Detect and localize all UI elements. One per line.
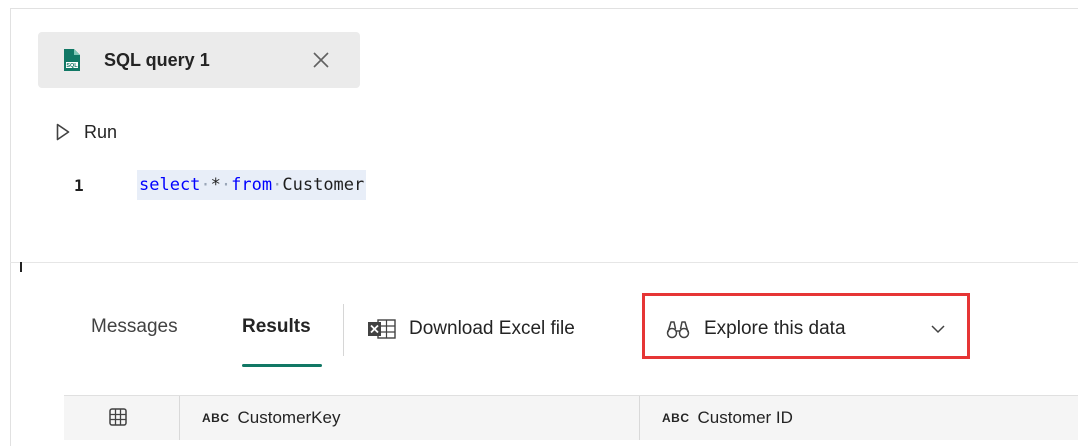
grid-corner-cell[interactable] <box>64 396 180 440</box>
excel-icon <box>368 319 396 339</box>
run-label: Run <box>84 121 118 142</box>
table-icon <box>109 408 127 426</box>
play-icon <box>56 123 70 141</box>
column-name: Customer ID <box>697 408 793 427</box>
svg-text:SQL: SQL <box>66 63 78 69</box>
tab-sql-query[interactable]: SQL SQL query 1 <box>38 32 360 88</box>
pane-divider-handle <box>20 262 22 272</box>
tab-messages[interactable]: Messages <box>91 316 178 338</box>
code-keyword-select: select <box>139 175 201 195</box>
code-asterisk: * <box>210 175 221 195</box>
code-table-name: Customer <box>282 175 365 195</box>
run-button[interactable]: Run <box>56 120 117 144</box>
column-header-customer-id[interactable]: ABC Customer ID <box>640 396 1078 440</box>
window-frame-top <box>10 8 1078 9</box>
code-line[interactable]: select·*·from·Customer <box>137 170 367 200</box>
tab-results[interactable]: Results <box>242 316 311 338</box>
explore-data-button[interactable]: Explore this data <box>666 314 846 344</box>
selected-tab-indicator <box>242 364 322 367</box>
tab-title: SQL query 1 <box>104 50 210 70</box>
column-type-badge: ABC <box>202 411 230 425</box>
toolbar-separator <box>343 304 344 356</box>
chevron-down-icon[interactable] <box>930 324 946 334</box>
download-excel-button[interactable]: Download Excel file <box>367 314 575 344</box>
results-grid-header: ABC CustomerKey ABC Customer ID <box>64 395 1078 440</box>
column-name: CustomerKey <box>237 408 341 427</box>
close-icon[interactable] <box>310 49 332 71</box>
line-number: 1 <box>74 176 84 195</box>
sql-file-icon: SQL <box>64 49 80 71</box>
binoculars-icon <box>666 321 690 339</box>
download-excel-label: Download Excel file <box>409 318 575 339</box>
column-type-badge: ABC <box>662 411 690 425</box>
pane-divider[interactable] <box>10 262 1078 263</box>
explore-data-label: Explore this data <box>704 318 846 339</box>
column-header-customerkey[interactable]: ABC CustomerKey <box>180 396 640 440</box>
code-keyword-from: from <box>231 175 273 195</box>
window-frame-left <box>10 8 11 446</box>
